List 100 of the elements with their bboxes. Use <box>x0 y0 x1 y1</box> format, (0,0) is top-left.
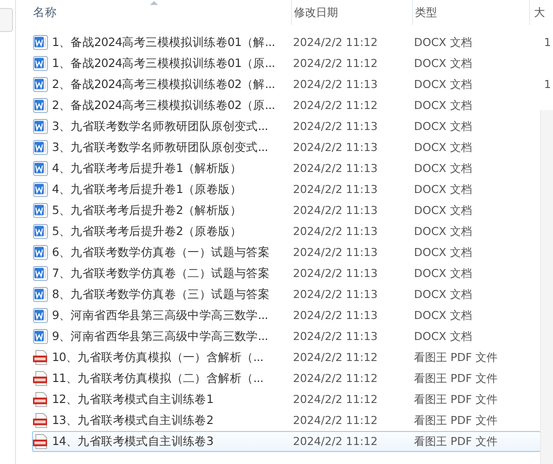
modified-date: 2024/2/2 11:13 <box>293 204 378 217</box>
file-type: 看图王 PDF 文件 <box>414 371 498 386</box>
file-row[interactable]: 1、备战2024高考三模模拟训练卷01（解... 2024/2/2 11:12 DOCX 文档 1 <box>32 32 553 53</box>
modified-date: 2024/2/2 11:12 <box>293 99 378 112</box>
column-header[interactable]: 修改日期 <box>292 0 413 25</box>
file-type: DOCX 文档 <box>414 161 472 176</box>
file-row[interactable]: 12、九省联考模式自主训练卷1 2024/2/2 11:12 看图王 PDF 文件 <box>32 389 541 410</box>
file-name: 6、九省联考数学仿真卷（一）试题与答案 <box>52 245 270 260</box>
file-name: 3、九省联考数学名师教研团队原创变式... <box>52 119 268 134</box>
file-type: DOCX 文档 <box>414 77 472 92</box>
file-type: DOCX 文档 <box>414 140 472 155</box>
file-name: 14、九省联考模式自主训练卷3 <box>52 434 214 449</box>
word-document-icon <box>33 119 48 134</box>
word-document-icon <box>33 329 48 344</box>
word-document-icon <box>33 161 48 176</box>
file-row[interactable]: 10、九省联考仿真模拟（一）含解析（... 2024/2/2 11:12 看图王 PDF 文件 <box>32 347 541 368</box>
pdf-file-icon <box>33 434 48 449</box>
file-row[interactable]: 5、九省联考考后提升卷2（解析版） 2024/2/2 11:13 DOCX 文档 <box>32 200 541 221</box>
word-document-icon <box>33 224 48 239</box>
word-document-icon <box>33 287 48 302</box>
file-type: 看图王 PDF 文件 <box>414 434 498 449</box>
file-row[interactable]: 2、备战2024高考三模模拟训练卷02（解... 2024/2/2 11:13 DOCX 文档 1 <box>32 74 553 95</box>
file-row[interactable]: 5、九省联考考后提升卷2（原卷版） 2024/2/2 11:13 DOCX 文档 <box>32 221 541 242</box>
file-row[interactable]: 3、九省联考数学名师教研团队原创变式... 2024/2/2 11:13 DOCX 文档 <box>32 137 541 158</box>
file-type: DOCX 文档 <box>414 98 472 113</box>
file-type: DOCX 文档 <box>414 266 472 281</box>
file-name: 12、九省联考模式自主训练卷1 <box>52 392 214 407</box>
word-document-icon <box>33 245 48 260</box>
word-document-icon <box>33 182 48 197</box>
file-name: 4、九省联考考后提升卷1（原卷版） <box>52 182 242 197</box>
file-type: DOCX 文档 <box>414 182 472 197</box>
column-header[interactable]: 名称 <box>16 0 292 25</box>
modified-date: 2024/2/2 11:12 <box>293 351 378 364</box>
file-row[interactable]: 3、九省联考数学名师教研团队原创变式... 2024/2/2 11:13 DOCX 文档 <box>32 116 541 137</box>
word-document-icon <box>33 56 48 71</box>
word-document-icon <box>33 140 48 155</box>
modified-date: 2024/2/2 11:12 <box>293 435 378 448</box>
file-type: 看图王 PDF 文件 <box>414 350 498 365</box>
file-row[interactable]: 9、河南省西华县第三高级中学高三数学... 2024/2/2 11:13 DOCX 文档 <box>32 305 541 326</box>
nav-pane-edge <box>0 8 13 32</box>
file-name: 5、九省联考考后提升卷2（解析版） <box>52 203 242 218</box>
modified-date: 2024/2/2 11:13 <box>293 246 378 259</box>
file-name: 13、九省联考模式自主训练卷2 <box>52 413 214 428</box>
modified-date: 2024/2/2 11:13 <box>293 225 378 238</box>
modified-date: 2024/2/2 11:13 <box>293 162 378 175</box>
file-type: DOCX 文档 <box>414 287 472 302</box>
file-type: 看图王 PDF 文件 <box>414 392 498 407</box>
word-document-icon <box>33 308 48 323</box>
file-size: 1 <box>544 78 551 91</box>
file-name: 3、九省联考数学名师教研团队原创变式... <box>52 140 268 155</box>
file-name: 9、河南省西华县第三高级中学高三数学... <box>52 329 268 344</box>
file-type: 看图王 PDF 文件 <box>414 413 498 428</box>
word-document-icon <box>33 266 48 281</box>
file-name: 1、备战2024高考三模模拟训练卷01（解... <box>52 35 275 50</box>
file-type: DOCX 文档 <box>414 308 472 323</box>
file-row[interactable]: 13、九省联考模式自主训练卷2 2024/2/2 11:12 看图王 PDF 文件 <box>32 410 541 431</box>
file-type: DOCX 文档 <box>414 329 472 344</box>
file-name: 11、九省联考仿真模拟（二）含解析（... <box>52 371 264 386</box>
file-type: DOCX 文档 <box>414 56 472 71</box>
column-header[interactable]: 大 <box>530 0 553 25</box>
file-row[interactable]: 14、九省联考模式自主训练卷3 2024/2/2 11:12 看图王 PDF 文件 <box>32 431 541 452</box>
column-header[interactable]: 类型 <box>413 0 530 25</box>
modified-date: 2024/2/2 11:12 <box>293 393 378 406</box>
modified-date: 2024/2/2 11:13 <box>293 141 378 154</box>
modified-date: 2024/2/2 11:12 <box>293 57 378 70</box>
file-row[interactable]: 4、九省联考考后提升卷1（解析版） 2024/2/2 11:13 DOCX 文档 <box>32 158 541 179</box>
word-document-icon <box>33 77 48 92</box>
file-name: 8、九省联考数学仿真卷（三）试题与答案 <box>52 287 270 302</box>
word-document-icon <box>33 98 48 113</box>
file-name: 9、河南省西华县第三高级中学高三数学... <box>52 308 268 323</box>
file-row[interactable]: 1、备战2024高考三模模拟训练卷01（原... 2024/2/2 11:12 DOCX 文档 <box>32 53 541 74</box>
file-name: 2、备战2024高考三模模拟训练卷02（原... <box>52 98 275 113</box>
file-row[interactable]: 7、九省联考数学仿真卷（二）试题与答案 2024/2/2 11:13 DOCX 文档 <box>32 263 541 284</box>
file-name: 7、九省联考数学仿真卷（二）试题与答案 <box>52 266 270 281</box>
modified-date: 2024/2/2 11:13 <box>293 330 378 343</box>
pdf-file-icon <box>33 350 48 365</box>
modified-date: 2024/2/2 11:13 <box>293 267 378 280</box>
file-row[interactable]: 9、河南省西华县第三高级中学高三数学... 2024/2/2 11:13 DOCX 文档 <box>32 326 541 347</box>
pdf-file-icon <box>33 413 48 428</box>
modified-date: 2024/2/2 11:13 <box>293 288 378 301</box>
file-name: 4、九省联考考后提升卷1（解析版） <box>52 161 242 176</box>
file-row[interactable]: 6、九省联考数学仿真卷（一）试题与答案 2024/2/2 11:13 DOCX 文档 <box>32 242 541 263</box>
file-name: 10、九省联考仿真模拟（一）含解析（... <box>52 350 264 365</box>
file-row[interactable]: 2、备战2024高考三模模拟训练卷02（原... 2024/2/2 11:12 DOCX 文档 <box>32 95 541 116</box>
file-name: 5、九省联考考后提升卷2（原卷版） <box>52 224 242 239</box>
file-row[interactable]: 4、九省联考考后提升卷1（原卷版） 2024/2/2 11:13 DOCX 文档 <box>32 179 541 200</box>
pdf-file-icon <box>33 371 48 386</box>
modified-date: 2024/2/2 11:12 <box>293 36 378 49</box>
pdf-file-icon <box>33 392 48 407</box>
sort-arrow-icon <box>150 1 158 5</box>
modified-date: 2024/2/2 11:13 <box>293 183 378 196</box>
word-document-icon <box>33 35 48 50</box>
file-row[interactable]: 8、九省联考数学仿真卷（三）试题与答案 2024/2/2 11:13 DOCX 文档 <box>32 284 541 305</box>
file-name: 2、备战2024高考三模模拟训练卷02（解... <box>52 77 275 92</box>
file-row[interactable]: 11、九省联考仿真模拟（二）含解析（... 2024/2/2 11:12 看图王 PDF 文件 <box>32 368 541 389</box>
file-type: DOCX 文档 <box>414 224 472 239</box>
modified-date: 2024/2/2 11:13 <box>293 309 378 322</box>
modified-date: 2024/2/2 11:13 <box>293 120 378 133</box>
file-type: DOCX 文档 <box>414 35 472 50</box>
file-size: 1 <box>544 36 551 49</box>
